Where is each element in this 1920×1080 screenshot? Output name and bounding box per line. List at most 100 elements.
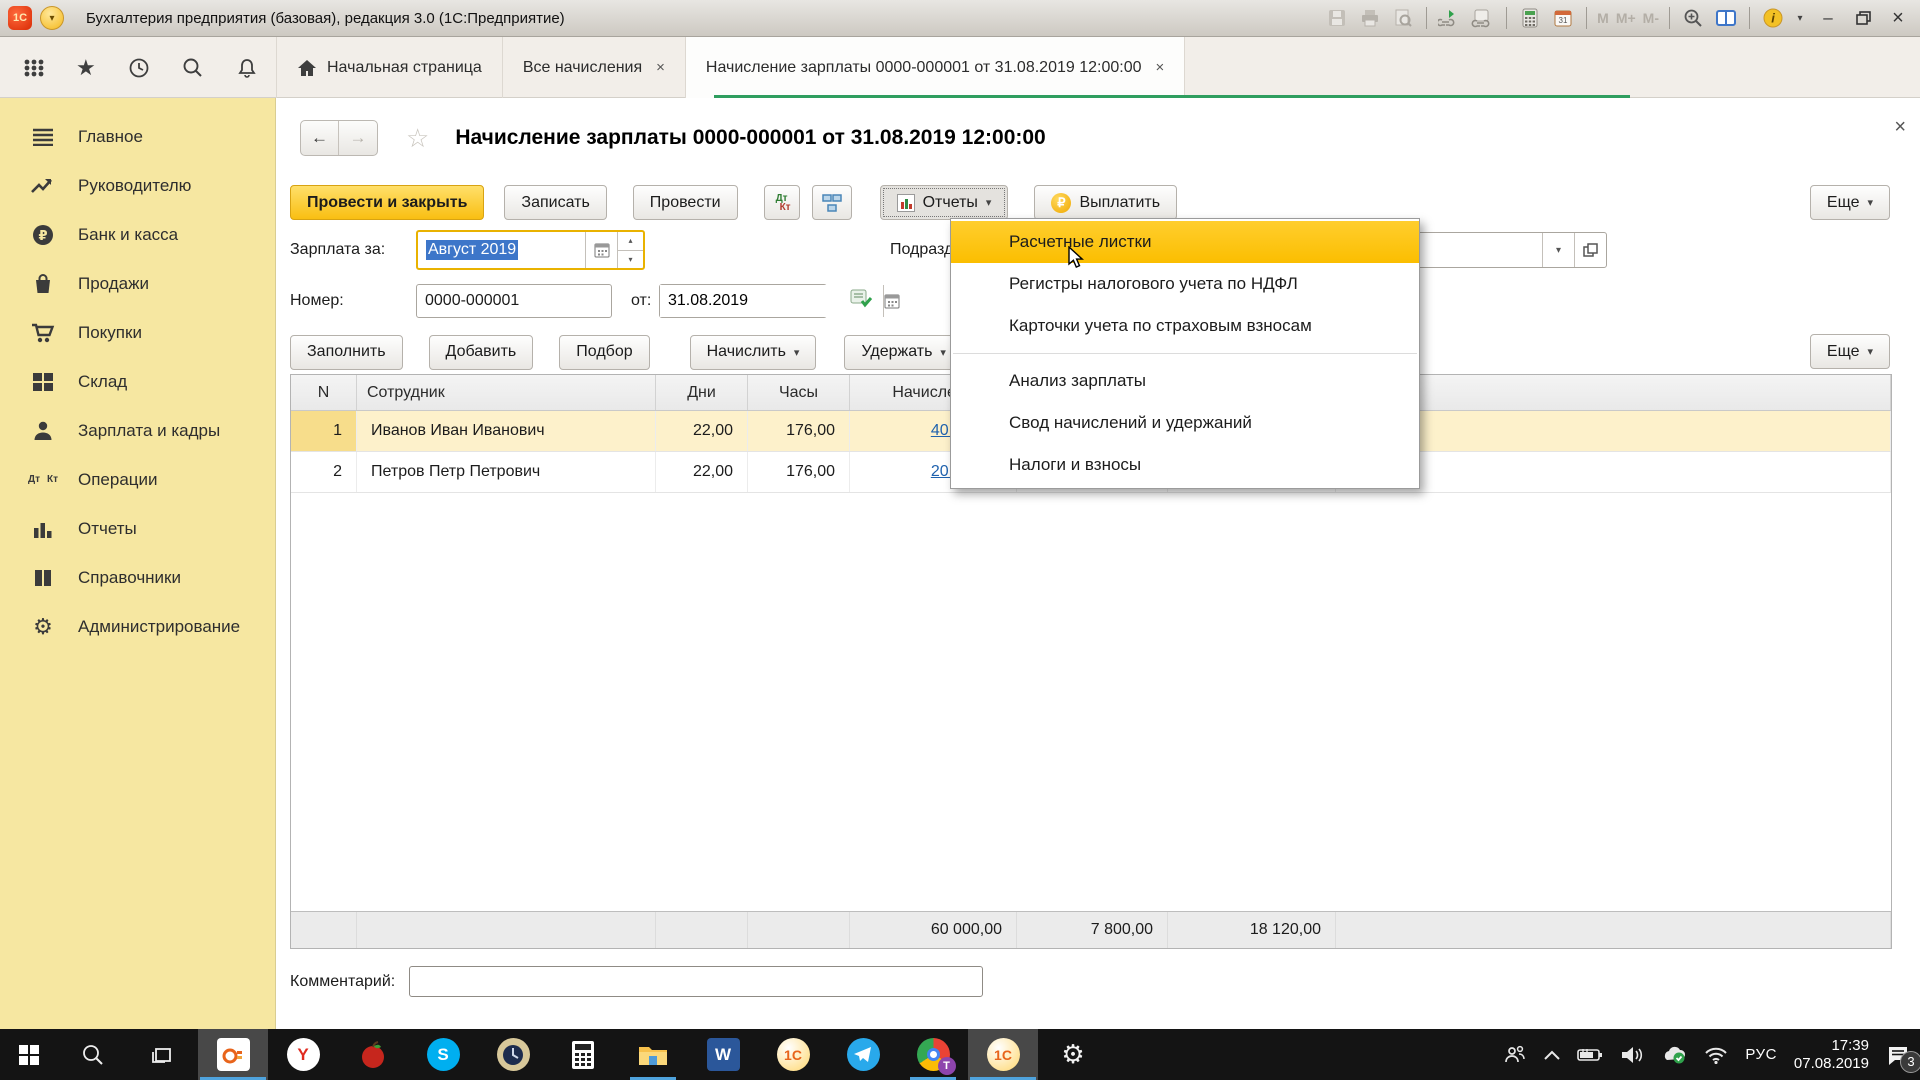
add-button[interactable]: Добавить [429,335,534,370]
taskbar-app-word[interactable]: W [688,1029,758,1080]
accrue-button[interactable]: Начислить▾ [690,335,817,370]
taskbar-app-yandex[interactable]: Y [268,1029,338,1080]
menu-item-ndfl-registers[interactable]: Регистры налогового учета по НДФЛ [951,263,1419,305]
volume-icon[interactable] [1620,1046,1644,1064]
onedrive-sync-icon[interactable] [1661,1046,1687,1064]
tab-close-icon[interactable]: × [656,59,665,76]
taskbar-app-explorer[interactable] [618,1029,688,1080]
dept-open-icon[interactable] [1574,233,1606,267]
structure-button[interactable] [812,185,852,220]
comment-input[interactable] [409,966,983,997]
sidebar-item-warehouse[interactable]: Склад [0,357,275,406]
system-menu-button[interactable]: ▾ [40,6,64,30]
pick-button[interactable]: Подбор [559,335,649,370]
col-days[interactable]: Дни [656,375,748,410]
restore-button[interactable] [1849,6,1877,30]
memory-m-button[interactable]: M [1597,10,1609,26]
favorite-star-icon[interactable]: ☆ [406,123,429,154]
fill-button[interactable]: Заполнить [290,335,403,370]
search-icon[interactable] [182,57,204,79]
print-icon[interactable] [1357,6,1383,30]
apps-grid-icon[interactable] [24,58,44,78]
post-button[interactable]: Провести [633,185,738,220]
taskbar-app-skype[interactable]: S [408,1029,478,1080]
menu-item-taxes-contributions[interactable]: Налоги и взносы [951,444,1419,486]
back-button[interactable]: ← [301,121,339,155]
calendar-picker-icon[interactable] [585,232,617,268]
tab-salary-accrual[interactable]: Начисление зарплаты 0000-000001 от 31.08… [686,37,1185,98]
task-view-button[interactable] [128,1029,198,1080]
memory-mminus-button[interactable]: M- [1643,10,1659,26]
sidebar-item-operations[interactable]: ДтКт Операции [0,455,275,504]
withhold-button[interactable]: Удержать▾ [844,335,963,370]
taskbar-app-recorder[interactable] [198,1029,268,1080]
calendar-icon[interactable]: 31 [1550,6,1576,30]
close-window-button[interactable]: × [1884,6,1912,30]
zoom-icon[interactable] [1680,6,1706,30]
pay-button[interactable]: ₽ Выплатить [1034,185,1177,220]
sidebar-item-purchases[interactable]: Покупки [0,308,275,357]
taskbar-app-apple[interactable] [338,1029,408,1080]
period-stepper[interactable]: ▴▾ [617,232,643,268]
submit-close-button[interactable]: Провести и закрыть [290,185,484,220]
save-button[interactable]: Записать [504,185,606,220]
taskbar-app-telegram[interactable] [828,1029,898,1080]
notification-center-icon[interactable]: 3 [1886,1044,1910,1066]
reports-button[interactable]: Отчеты ▾ [880,185,1009,220]
col-hours[interactable]: Часы [748,375,850,410]
people-tray-icon[interactable] [1503,1045,1527,1065]
split-window-icon[interactable] [1713,6,1739,30]
sidebar-item-reports[interactable]: Отчеты [0,504,275,553]
notifications-bell-icon[interactable] [236,57,258,79]
menu-item-insurance-cards[interactable]: Карточки учета по страховым взносам [951,305,1419,347]
get-link-icon[interactable] [1470,6,1496,30]
tab-home[interactable]: Начальная страница [276,37,503,98]
save-icon[interactable] [1324,6,1350,30]
period-field[interactable]: Август 2019 ▴▾ [416,230,645,270]
language-indicator[interactable]: РУС [1745,1046,1777,1063]
more-button-table[interactable]: Еще▾ [1810,334,1890,369]
tray-expand-icon[interactable] [1544,1050,1560,1060]
sidebar-item-administration[interactable]: ⚙ Администрирование [0,602,275,651]
info-dropdown-icon[interactable]: ▾ [1793,6,1807,30]
taskbar-app-settings[interactable]: ⚙ [1038,1029,1108,1080]
menu-item-accruals-summary[interactable]: Свод начислений и удержаний [951,402,1419,444]
taskbar-app-clock[interactable] [478,1029,548,1080]
number-input[interactable] [416,284,612,318]
sidebar-item-salary-hr[interactable]: Зарплата и кадры [0,406,275,455]
taskbar-app-chrome[interactable]: T [898,1029,968,1080]
menu-item-payslips[interactable]: Расчетные листки [951,221,1419,263]
clock-tray[interactable]: 17:39 07.08.2019 [1794,1037,1869,1073]
menu-item-salary-analysis[interactable]: Анализ зарплаты [951,360,1419,402]
taskbar-app-calculator[interactable] [548,1029,618,1080]
sidebar-item-sales[interactable]: Продажи [0,259,275,308]
sidebar-item-manager[interactable]: Руководителю [0,161,275,210]
taskbar-search-button[interactable] [58,1029,128,1080]
col-n[interactable]: N [291,375,357,410]
favorites-star-icon[interactable]: ★ [76,55,96,81]
preview-icon[interactable] [1390,6,1416,30]
minimize-button[interactable]: – [1814,6,1842,30]
publish-link-icon[interactable] [1437,6,1463,30]
memory-mplus-button[interactable]: M+ [1616,10,1636,26]
sidebar-item-main[interactable]: Главное [0,112,275,161]
date-field[interactable] [659,284,827,318]
taskbar-app-1c-active[interactable]: 1С [968,1029,1038,1080]
col-employee[interactable]: Сотрудник [357,375,656,410]
sidebar-item-bank[interactable]: ₽ Банк и касса [0,210,275,259]
calculator-icon[interactable] [1517,6,1543,30]
info-icon[interactable]: i [1760,6,1786,30]
sidebar-item-directories[interactable]: Справочники [0,553,275,602]
tab-close-icon[interactable]: × [1155,59,1164,76]
battery-icon[interactable] [1577,1048,1603,1062]
table-empty-area[interactable] [291,493,1891,911]
date-calendar-icon[interactable] [883,285,900,317]
start-button[interactable] [0,1029,58,1080]
more-button-top[interactable]: Еще▾ [1810,185,1890,220]
forward-button[interactable]: → [339,121,377,155]
dept-dropdown-icon[interactable]: ▾ [1542,233,1574,267]
wifi-icon[interactable] [1704,1046,1728,1064]
dt-kt-postings-button[interactable]: ДтКт [764,185,800,220]
history-icon[interactable] [128,57,150,79]
document-close-icon[interactable]: × [1894,116,1906,139]
